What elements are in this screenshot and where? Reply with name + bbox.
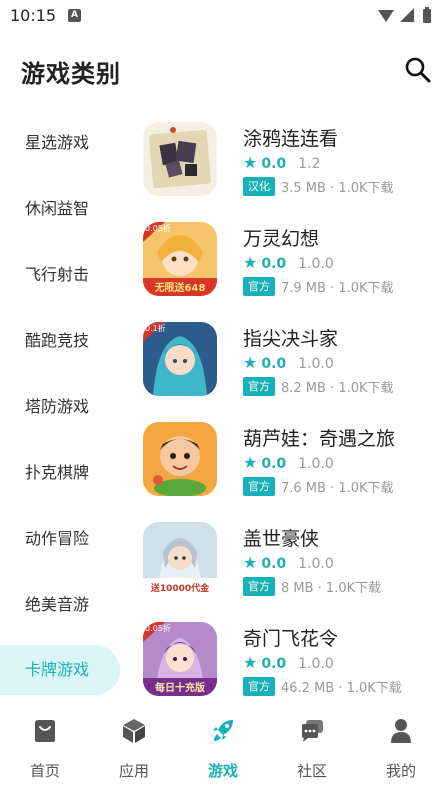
game-row[interactable]: 0.05折 无限送648 万灵幻想 ★ 0.0 1.0.0 官方 7.9 MB · 1… xyxy=(130,212,448,312)
cube-icon xyxy=(123,719,145,743)
wifi-icon xyxy=(378,10,394,22)
discount-tag: 0.05折 xyxy=(145,623,171,633)
nav-label: 我的 xyxy=(385,762,416,780)
game-rating: ★ 0.0 1.2 xyxy=(243,153,321,172)
game-rating: ★ 0.0 1.0.0 xyxy=(243,653,334,672)
notification-icon: A xyxy=(68,9,81,22)
system-status-icons xyxy=(378,7,431,23)
game-rating: ★ 0.0 1.0.0 xyxy=(243,553,334,572)
battery-icon xyxy=(423,9,431,23)
chat-icon xyxy=(302,720,323,742)
category-item[interactable]: 扑克棋牌 xyxy=(0,448,120,498)
game-meta: 汉化 3.5 MB · 1.0K下载 xyxy=(243,177,394,196)
game-meta: 官方 8.2 MB · 1.0K下载 xyxy=(243,377,394,396)
game-row[interactable]: 0.05折 每日十充版 奇门飞花令 ★ 0.0 1.0.0 官方 46.2 MB · … xyxy=(130,612,448,702)
game-row[interactable]: 送10000代金 盖世豪侠 ★ 0.0 1.0.0 官方 8 MB · 1.0K下载 xyxy=(130,512,448,612)
duel-girl-icon: 0.1折 xyxy=(143,322,217,396)
anime-girl-icon: 0.05折 无限送648 xyxy=(143,222,217,296)
status-bar: 10:15 A xyxy=(0,0,448,34)
game-meta: 官方 7.6 MB · 1.0K下载 xyxy=(243,477,394,496)
game-rating: ★ 0.0 1.0.0 xyxy=(243,453,334,472)
game-version: 1.0.0 xyxy=(298,356,334,372)
game-title: 涂鸦连连看 xyxy=(243,128,339,150)
status-badge: 官方 xyxy=(243,677,275,696)
nav-apps[interactable]: 应用 xyxy=(89,704,179,796)
promo-text: 无限送648 xyxy=(154,281,206,294)
status-badge: 官方 xyxy=(243,577,275,596)
category-item[interactable]: 动作冒险 xyxy=(0,514,120,564)
category-item[interactable]: 休闲益智 xyxy=(0,184,120,234)
star-icon: ★ xyxy=(243,553,258,572)
game-title: 万灵幻想 xyxy=(243,228,320,250)
nav-label: 游戏 xyxy=(207,762,238,780)
nav-label: 应用 xyxy=(118,762,149,780)
game-row[interactable]: 涂鸦连连看 ★ 0.0 1.2 汉化 3.5 MB · 1.0K下载 xyxy=(130,112,448,212)
promo-text: 每日十充版 xyxy=(155,681,205,694)
category-sidebar: 星选游戏 休闲益智 飞行射击 酷跑竞技 塔防游戏 扑克棋牌 动作冒险 绝美音游 … xyxy=(0,110,130,700)
status-badge: 官方 xyxy=(243,277,275,296)
status-time: 10:15 xyxy=(10,6,57,25)
category-item[interactable]: 塔防游戏 xyxy=(0,382,120,432)
game-title: 葫芦娃：奇遇之旅 xyxy=(243,428,396,450)
signal-icon xyxy=(400,8,414,22)
game-version: 1.2 xyxy=(298,156,321,172)
bottom-nav: 首页 应用 游戏 社区 我的 xyxy=(0,704,448,796)
page-title: 游戏类别 xyxy=(21,60,121,88)
game-version: 1.0.0 xyxy=(298,256,334,272)
status-badge: 官方 xyxy=(243,477,275,496)
star-icon: ★ xyxy=(243,253,258,272)
game-version: 1.0.0 xyxy=(298,556,334,572)
game-rating: ★ 0.0 1.0.0 xyxy=(243,253,334,272)
game-title: 奇门飞花令 xyxy=(243,628,339,650)
status-badge: 官方 xyxy=(243,377,275,396)
nav-home[interactable]: 首页 xyxy=(0,704,90,796)
search-button[interactable] xyxy=(404,56,432,84)
rocket-icon xyxy=(213,720,233,741)
home-icon xyxy=(35,720,55,742)
discount-tag: 0.05折 xyxy=(145,223,171,233)
star-icon: ★ xyxy=(243,653,258,672)
star-icon: ★ xyxy=(243,453,258,472)
category-item[interactable]: 星选游戏 xyxy=(0,118,120,168)
nav-community[interactable]: 社区 xyxy=(267,704,357,796)
search-icon xyxy=(405,57,431,83)
game-rating: ★ 0.0 1.0.0 xyxy=(243,353,334,372)
game-list: 涂鸦连连看 ★ 0.0 1.2 汉化 3.5 MB · 1.0K下载 0.05折 无限… xyxy=(130,112,448,702)
category-item[interactable]: 绝美音游 xyxy=(0,580,120,630)
person-icon xyxy=(391,719,411,743)
game-row[interactable]: 葫芦娃：奇遇之旅 ★ 0.0 1.0.0 官方 7.6 MB · 1.0K下载 xyxy=(130,412,448,512)
nav-label: 社区 xyxy=(296,762,327,780)
promo-text: 送10000代金 xyxy=(150,582,210,594)
category-item[interactable]: 酷跑竞技 xyxy=(0,316,120,366)
nav-label: 首页 xyxy=(29,762,60,780)
game-meta: 官方 46.2 MB · 1.0K下载 xyxy=(243,677,402,696)
hero-icon: 送10000代金 xyxy=(143,522,217,596)
game-meta: 官方 8 MB · 1.0K下载 xyxy=(243,577,381,596)
calabash-boy-icon xyxy=(143,422,217,496)
star-icon: ★ xyxy=(243,353,258,372)
status-badge: 汉化 xyxy=(243,177,275,196)
game-version: 1.0.0 xyxy=(298,456,334,472)
nav-profile[interactable]: 我的 xyxy=(356,704,446,796)
nav-games[interactable]: 游戏 xyxy=(178,704,268,796)
category-item[interactable]: 飞行射击 xyxy=(0,250,120,300)
game-meta: 官方 7.9 MB · 1.0K下载 xyxy=(243,277,394,296)
discount-tag: 0.1折 xyxy=(145,323,166,333)
star-icon: ★ xyxy=(243,153,258,172)
game-title: 指尖决斗家 xyxy=(243,328,339,350)
game-row[interactable]: 0.1折 指尖决斗家 ★ 0.0 1.0.0 官方 8.2 MB · 1.0K下载 xyxy=(130,312,448,412)
doodle-icon xyxy=(143,122,217,196)
game-title: 盖世豪侠 xyxy=(243,528,320,550)
game-version: 1.0.0 xyxy=(298,656,334,672)
category-item-active[interactable]: 卡牌游戏 xyxy=(0,645,120,695)
flower-girl-icon: 0.05折 每日十充版 xyxy=(143,622,217,696)
